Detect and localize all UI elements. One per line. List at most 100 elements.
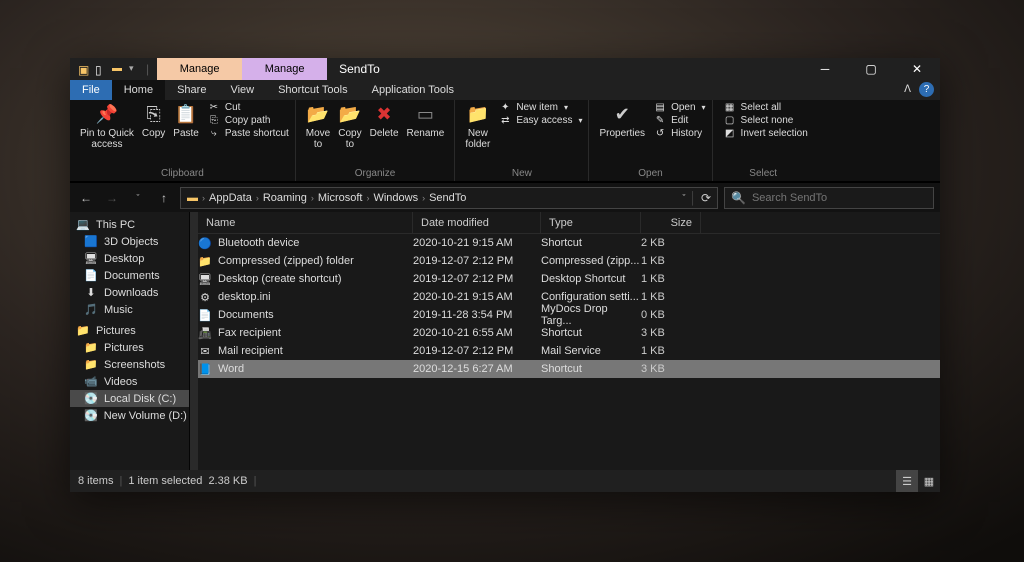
breadcrumb-item[interactable]: AppData› xyxy=(209,192,259,204)
refresh-button[interactable]: ⟳ xyxy=(701,191,711,205)
tab-view[interactable]: View xyxy=(218,80,266,100)
nav-icon: 💽 xyxy=(84,409,98,422)
delete-icon: ✖ xyxy=(373,104,395,126)
window-title: SendTo xyxy=(327,58,392,80)
breadcrumb-item[interactable]: Roaming› xyxy=(263,192,314,204)
nav-icon: 🖥 xyxy=(84,252,98,265)
chevron-right-icon: › xyxy=(422,193,425,203)
col-date[interactable]: Date modified xyxy=(413,212,541,233)
tab-file[interactable]: File xyxy=(70,80,112,100)
delete-button[interactable]: ✖Delete xyxy=(366,102,403,141)
file-list[interactable]: 🔵Bluetooth device2020-10-21 9:15 AMShort… xyxy=(198,234,940,470)
up-button[interactable]: ↑ xyxy=(154,191,174,205)
breadcrumb-item[interactable]: Windows› xyxy=(373,192,425,204)
table-row[interactable]: 🔵Bluetooth device2020-10-21 9:15 AMShort… xyxy=(198,234,940,252)
maximize-button[interactable]: ▢ xyxy=(848,58,894,80)
chevron-right-icon: › xyxy=(202,193,205,203)
properties-button[interactable]: ✔Properties xyxy=(595,102,649,141)
rename-button[interactable]: ▭Rename xyxy=(403,102,449,141)
search-box[interactable]: 🔍 xyxy=(724,187,934,209)
collapse-ribbon-icon[interactable]: ᐱ xyxy=(904,84,911,95)
nav-item[interactable]: ⬇Downloads xyxy=(70,284,189,301)
nav-icon: 📁 xyxy=(84,358,98,371)
context-tab-shortcut[interactable]: Manage xyxy=(157,58,242,80)
paste-shortcut-button[interactable]: ⤷Paste shortcut xyxy=(207,128,289,139)
chevron-down-icon[interactable]: ˇ xyxy=(682,193,685,203)
new-item-button[interactable]: ✦New item▾ xyxy=(498,102,582,113)
file-date: 2020-10-21 9:15 AM xyxy=(413,237,541,249)
open-button[interactable]: ▤Open▾ xyxy=(653,102,705,113)
nav-label: This PC xyxy=(96,219,135,231)
pin-to-quick-access-button[interactable]: 📌Pin to Quick access xyxy=(76,102,138,152)
pin-icon: 📌 xyxy=(96,104,118,126)
copy-icon: ⎘ xyxy=(143,104,165,126)
breadcrumb[interactable]: ▬ › AppData› Roaming› Microsoft› Windows… xyxy=(180,187,718,209)
nav-item[interactable]: 🟦3D Objects xyxy=(70,233,189,250)
table-row[interactable]: 📘Word2020-12-15 6:27 AMShortcut3 KB xyxy=(198,360,940,378)
col-type[interactable]: Type xyxy=(541,212,641,233)
tab-home[interactable]: Home xyxy=(112,80,165,102)
document-icon: ▯ xyxy=(95,63,106,75)
move-to-button[interactable]: 📂Move to xyxy=(302,102,334,152)
dropdown-icon[interactable]: ▾ xyxy=(129,63,140,75)
context-tab-application[interactable]: Manage xyxy=(242,58,327,80)
folder-icon: ▣ xyxy=(78,63,89,75)
nav-item[interactable]: 🎵Music xyxy=(70,301,189,318)
help-icon[interactable]: ? xyxy=(919,82,934,97)
search-icon: 🔍 xyxy=(731,191,746,205)
file-size: 1 KB xyxy=(641,273,701,285)
thumbnails-view-button[interactable]: ▦ xyxy=(918,470,940,492)
table-row[interactable]: ✉Mail recipient2019-12-07 2:12 PMMail Se… xyxy=(198,342,940,360)
table-row[interactable]: 📁Compressed (zipped) folder2019-12-07 2:… xyxy=(198,252,940,270)
copy-to-icon: 📂 xyxy=(339,104,361,126)
back-button[interactable]: ← xyxy=(76,191,96,205)
table-row[interactable]: 📄Documents2019-11-28 3:54 PMMyDocs Drop … xyxy=(198,306,940,324)
details-view-button[interactable]: ☰ xyxy=(896,470,918,492)
copy-button[interactable]: ⎘Copy xyxy=(138,102,169,141)
nav-item[interactable]: 💽Local Disk (C:) xyxy=(70,390,189,407)
cut-button[interactable]: ✂Cut xyxy=(207,102,289,113)
nav-item[interactable]: 💽New Volume (D:) xyxy=(70,407,189,424)
nav-item[interactable]: 📄Documents xyxy=(70,267,189,284)
file-name: Desktop (create shortcut) xyxy=(218,273,342,285)
copy-to-button[interactable]: 📂Copy to xyxy=(334,102,365,152)
nav-item[interactable]: 📁Pictures xyxy=(70,322,189,339)
tab-shortcut-tools[interactable]: Shortcut Tools xyxy=(266,80,360,100)
forward-button[interactable]: → xyxy=(102,191,122,205)
edit-button[interactable]: ✎Edit xyxy=(653,115,705,126)
nav-label: Pictures xyxy=(96,325,136,337)
select-none-button[interactable]: ▢Select none xyxy=(723,115,808,126)
tab-application-tools[interactable]: Application Tools xyxy=(360,80,466,100)
table-row[interactable]: 📠Fax recipient2020-10-21 6:55 AMShortcut… xyxy=(198,324,940,342)
nav-item[interactable]: 📁Pictures xyxy=(70,339,189,356)
file-icon: 🔵 xyxy=(198,237,212,250)
nav-item[interactable]: 💻This PC xyxy=(70,216,189,233)
new-item-icon: ✦ xyxy=(498,102,512,113)
breadcrumb-item[interactable]: SendTo xyxy=(429,192,466,204)
navigation-pane[interactable]: 💻This PC🟦3D Objects🖥Desktop📄Documents⬇Do… xyxy=(70,212,190,470)
col-name[interactable]: Name xyxy=(198,212,413,233)
easy-access-button[interactable]: ⇄Easy access▾ xyxy=(498,115,582,126)
nav-item[interactable]: 📹Videos xyxy=(70,373,189,390)
minimize-button[interactable]: ─ xyxy=(802,58,848,80)
breadcrumb-item[interactable]: Microsoft› xyxy=(318,192,370,204)
select-all-button[interactable]: ▦Select all xyxy=(723,102,808,113)
recent-button[interactable]: ˇ xyxy=(128,193,148,203)
invert-selection-button[interactable]: ◩Invert selection xyxy=(723,128,808,139)
nav-scrollbar[interactable] xyxy=(190,212,198,470)
search-input[interactable] xyxy=(752,192,927,204)
close-button[interactable]: ✕ xyxy=(894,58,940,80)
table-row[interactable]: 🖥Desktop (create shortcut)2019-12-07 2:1… xyxy=(198,270,940,288)
nav-item[interactable]: 📁Screenshots xyxy=(70,356,189,373)
nav-label: Pictures xyxy=(104,342,144,354)
cut-icon: ✂ xyxy=(207,102,221,113)
column-headers: Name Date modified Type Size xyxy=(198,212,940,234)
col-size[interactable]: Size xyxy=(641,212,701,233)
paste-button[interactable]: 📋Paste xyxy=(169,102,203,141)
copy-path-button[interactable]: ⎘Copy path xyxy=(207,115,289,126)
file-name: Compressed (zipped) folder xyxy=(218,255,354,267)
tab-share[interactable]: Share xyxy=(165,80,218,100)
new-folder-button[interactable]: 📁New folder xyxy=(461,102,494,152)
history-button[interactable]: ↺History xyxy=(653,128,705,139)
nav-item[interactable]: 🖥Desktop xyxy=(70,250,189,267)
